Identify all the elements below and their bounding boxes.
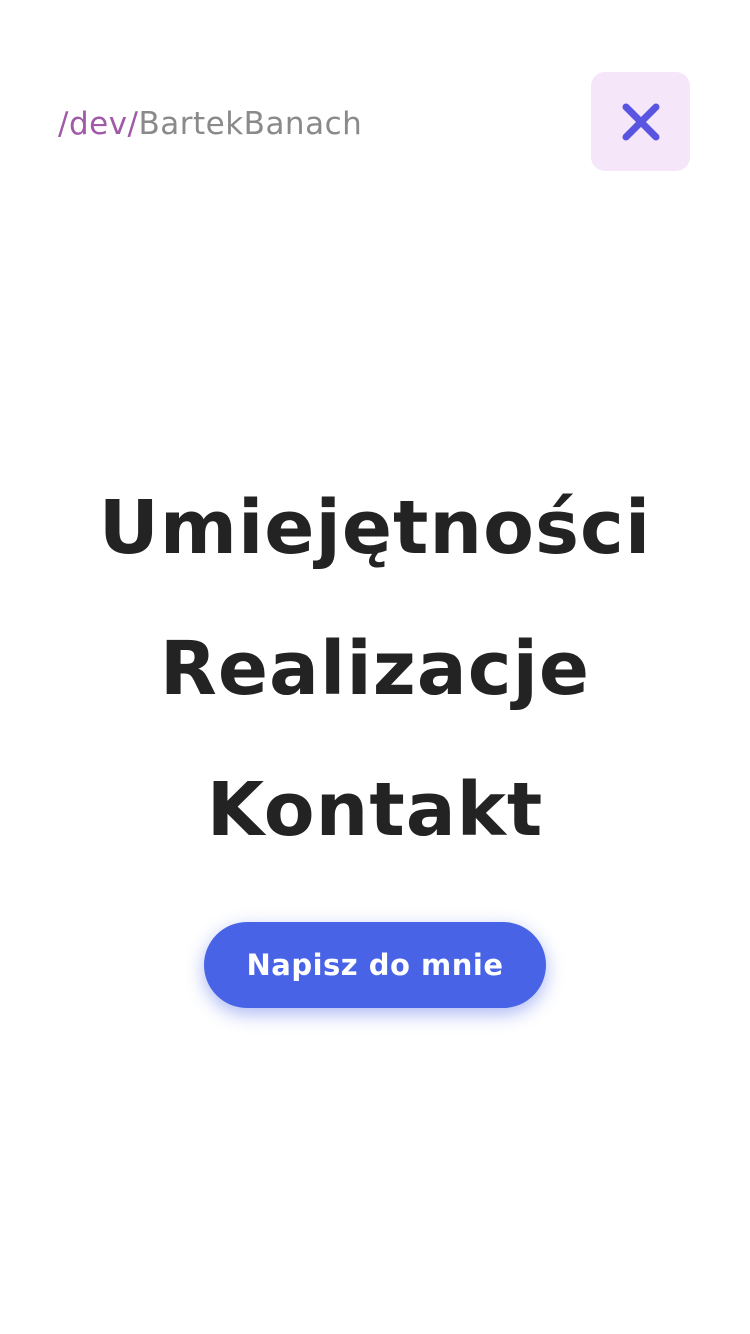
- nav-item-contact[interactable]: Kontakt: [0, 754, 750, 895]
- mobile-menu-page: /dev/BartekBanach Umiejętności Realizacj…: [0, 0, 750, 1334]
- write-to-me-button[interactable]: Napisz do mnie: [204, 922, 546, 1008]
- close-menu-button[interactable]: [591, 72, 690, 171]
- close-icon: [621, 102, 661, 142]
- cta-container: Napisz do mnie: [0, 922, 750, 1008]
- main-nav: Umiejętności Realizacje Kontakt: [0, 472, 750, 895]
- logo-name: BartekBanach: [138, 106, 363, 142]
- nav-item-skills[interactable]: Umiejętności: [0, 472, 750, 613]
- nav-item-projects[interactable]: Realizacje: [0, 613, 750, 754]
- logo-prefix: /dev/: [58, 106, 139, 142]
- site-logo[interactable]: /dev/BartekBanach: [58, 104, 362, 144]
